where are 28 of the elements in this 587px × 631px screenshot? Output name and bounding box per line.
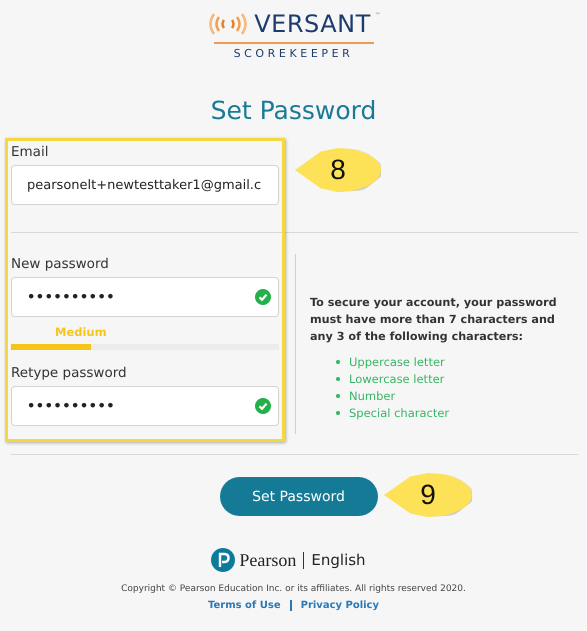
password-field[interactable]: •••••••••• (11, 386, 279, 426)
requirement-item: Number (349, 388, 396, 402)
footer-link[interactable]: Privacy Policy (300, 600, 379, 611)
requirements-text: To secure your account, your password must have more than 7 characters and any 3 of the following characters: (310, 295, 558, 345)
set-password-button[interactable]: Set Password (220, 477, 378, 516)
requirement-item: Lowercase letter (349, 372, 444, 386)
logo-wordmark: VERSANT (254, 10, 371, 38)
field-label: New password (11, 255, 110, 274)
footer-link[interactable]: Terms of Use (208, 600, 281, 611)
logo-product-name: SCOREKEEPER (234, 47, 354, 60)
copyright-text: Copyright © Pearson Education Inc. or its affiliates. All rights reserved 2020. (121, 584, 466, 594)
requirement-item: Special character (349, 406, 450, 420)
bullet-icon (336, 410, 340, 414)
bullet-icon (336, 376, 340, 380)
bullet-icon (336, 360, 340, 364)
pearson-logo-icon (211, 548, 236, 572)
bullet-icon (336, 394, 340, 398)
field-label: Email (11, 143, 50, 162)
page-title: Set Password (210, 96, 378, 126)
requirement-item: Uppercase letter (349, 354, 445, 368)
password-field[interactable]: •••••••••• (11, 277, 279, 317)
step-callout: 9 (384, 473, 472, 517)
field-label: Retype password (11, 364, 128, 383)
brand-language: English (311, 551, 366, 569)
brand-name: Pearson (239, 550, 296, 570)
email-field[interactable]: pearsonelt+newtesttaker1@gmail.c (11, 165, 279, 205)
strength-label: Medium (55, 325, 108, 341)
step-callout: 8 (295, 148, 381, 192)
